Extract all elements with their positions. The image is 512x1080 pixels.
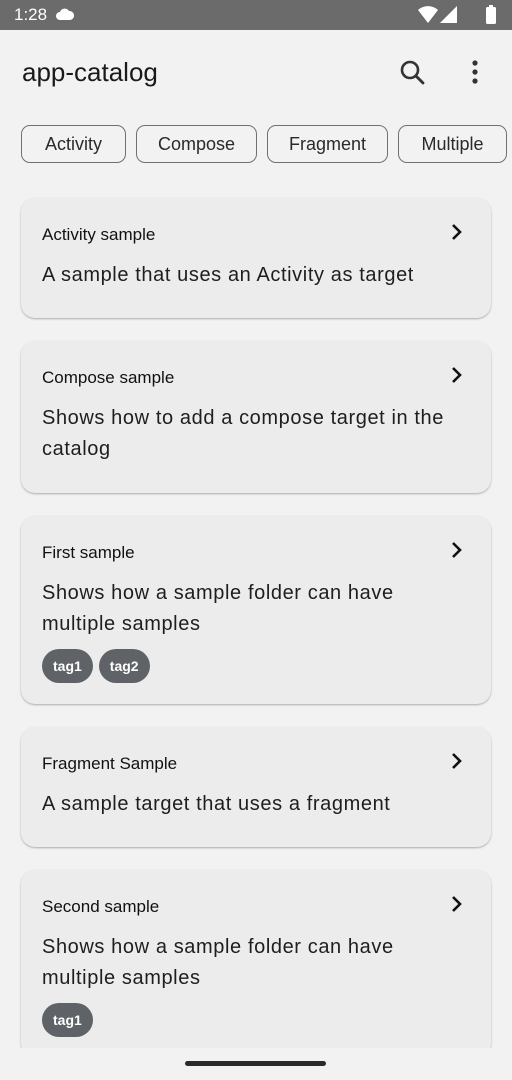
card-title: First sample — [42, 543, 135, 562]
tag-list: tag1 — [42, 1003, 93, 1037]
more-options-button[interactable] — [462, 56, 488, 90]
chevron-right-icon — [452, 367, 462, 383]
tag-chip[interactable]: tag1 — [42, 1003, 93, 1037]
chip-compose[interactable]: Compose — [136, 125, 257, 163]
tag-chip[interactable]: tag2 — [98, 649, 150, 683]
chevron-right-icon — [452, 542, 462, 558]
wifi-icon — [418, 6, 438, 23]
gesture-handle[interactable] — [185, 1061, 326, 1066]
signal-icon — [440, 6, 457, 23]
card-description: A sample target that uses a fragment — [42, 793, 391, 815]
chip-activity[interactable]: Activity — [21, 125, 126, 163]
chevron-right-icon — [452, 224, 462, 240]
cloud-icon — [56, 8, 74, 20]
sample-card-first[interactable]: First sample Shows how a sample folder c… — [21, 516, 491, 704]
card-title: Activity sample — [42, 225, 156, 244]
tag-list: tag1 tag2 — [42, 649, 150, 683]
sample-card-activity[interactable]: Activity sample A sample that uses an Ac… — [21, 198, 491, 318]
app-title: app-catalog — [22, 57, 158, 87]
search-icon — [400, 60, 425, 85]
card-title: Compose sample — [42, 368, 175, 387]
sample-card-second[interactable]: Second sample Shows how a sample folder … — [21, 870, 491, 1058]
tag-chip[interactable]: tag1 — [42, 649, 93, 683]
status-bar: 1:28 — [0, 0, 512, 30]
sample-card-fragment[interactable]: Fragment Sample A sample target that use… — [21, 727, 491, 847]
sample-card-compose[interactable]: Compose sample Shows how to add a compos… — [21, 341, 491, 493]
chip-fragment[interactable]: Fragment — [267, 125, 388, 163]
card-description: A sample that uses an Activity as target — [42, 264, 414, 286]
card-title: Second sample — [42, 897, 160, 916]
chip-multiple[interactable]: Multiple — [398, 125, 507, 163]
more-vert-icon — [472, 60, 478, 84]
chevron-right-icon — [452, 753, 462, 769]
card-description: Shows how to add a compose target in the… — [42, 407, 445, 460]
card-title: Fragment Sample — [42, 754, 178, 773]
card-description: Shows how a sample folder can have multi… — [42, 936, 394, 989]
card-description: Shows how a sample folder can have multi… — [42, 582, 394, 635]
filter-chips: Activity Compose Fragment Multiple — [21, 125, 512, 165]
search-button[interactable] — [396, 56, 430, 90]
chevron-right-icon — [452, 896, 462, 912]
status-time: 1:28 — [14, 5, 48, 24]
battery-icon — [486, 5, 496, 24]
